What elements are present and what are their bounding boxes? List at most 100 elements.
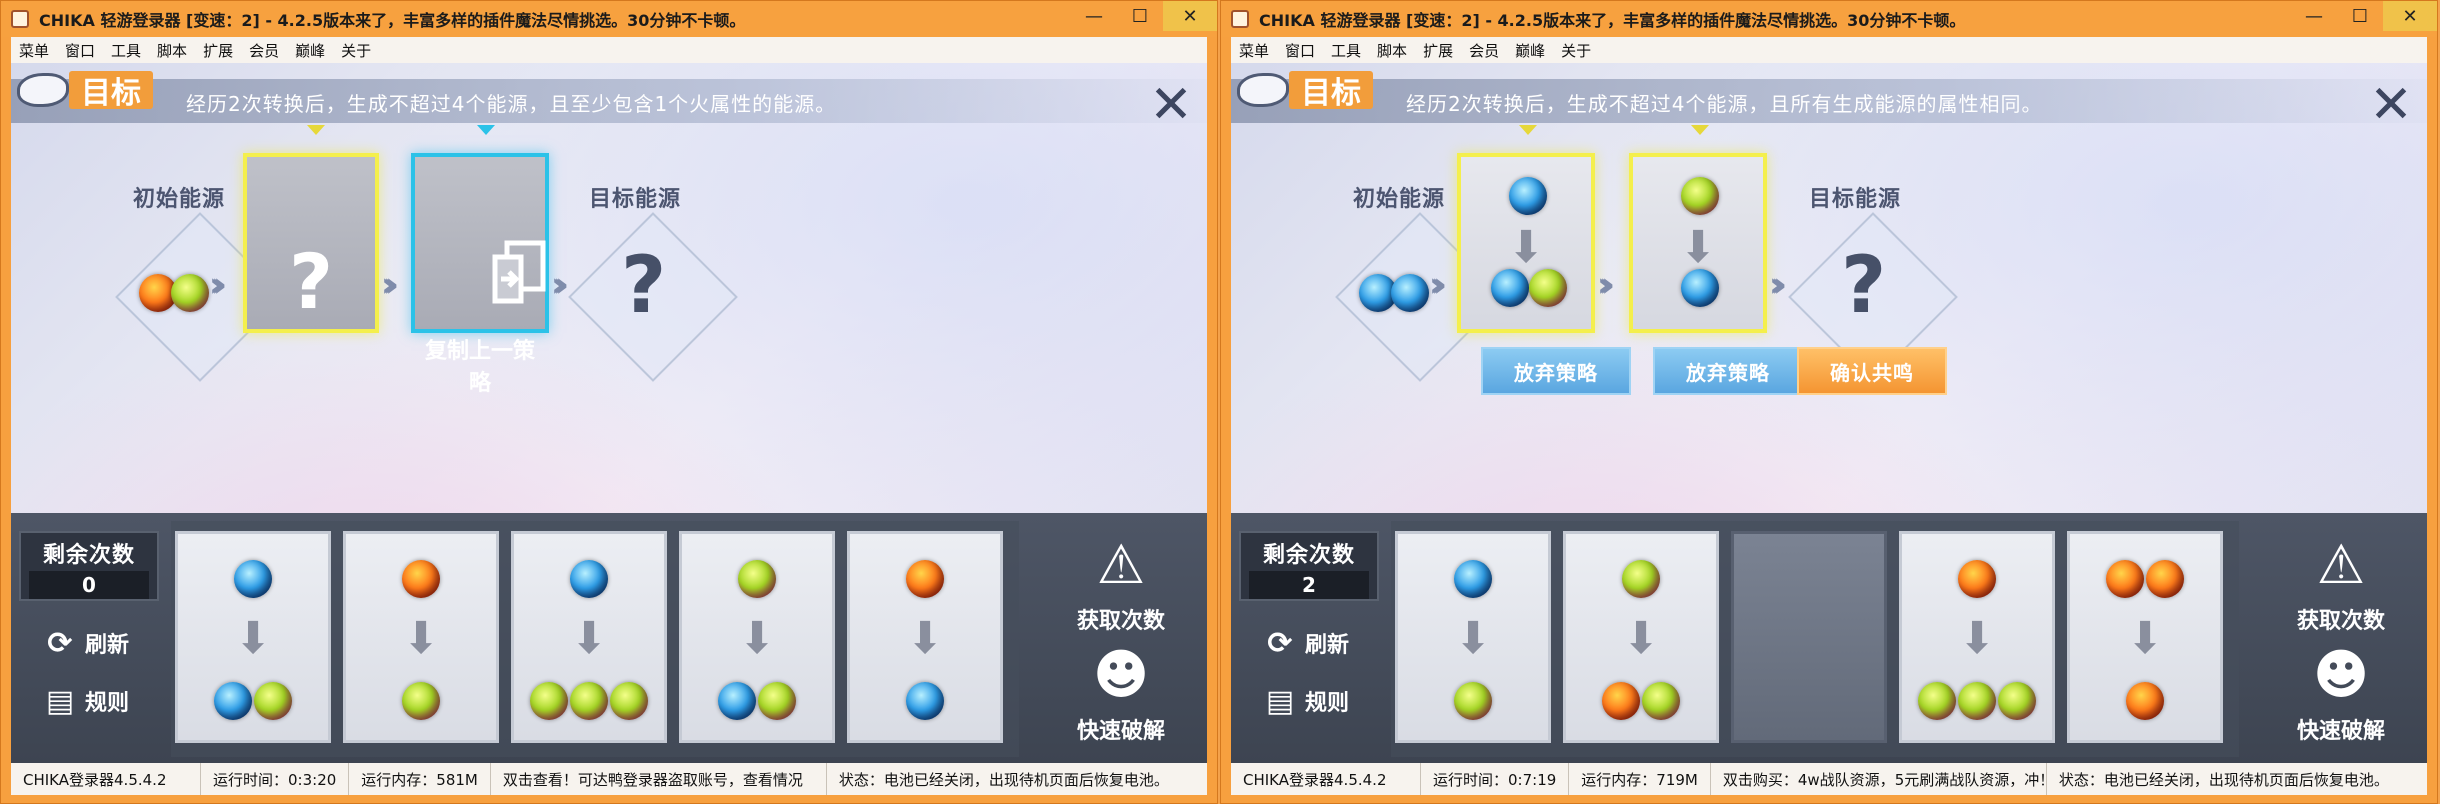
energy-orb-water xyxy=(1681,269,1719,307)
close-window-icon[interactable]: ✕ xyxy=(1163,1,1217,31)
status-memory: 运行内存：581M xyxy=(349,763,491,795)
strategy-card[interactable]: ⬇ xyxy=(2067,531,2223,743)
quick-crack-button[interactable]: ☻ 快速破解 xyxy=(1051,641,1191,745)
arrow-down-icon: ⬇ xyxy=(1454,613,1492,664)
rules-button[interactable]: ▤ 规则 xyxy=(1261,681,1349,721)
app-icon xyxy=(1231,10,1249,28)
strategy-slot-2[interactable]: ⬇ xyxy=(1629,153,1767,333)
question-mark-icon: ? xyxy=(1841,241,1887,331)
arrow-down-icon: ⬇ xyxy=(1958,613,1996,664)
status-version: CHIKA登录器4.5.4.2 xyxy=(1231,763,1421,795)
confirm-resonance-button[interactable]: 确认共鸣 xyxy=(1797,347,1947,395)
arrow-down-icon: ⬇ xyxy=(1679,222,1717,273)
menu-item-extend[interactable]: 扩展 xyxy=(1423,40,1453,61)
strategy-slot-1[interactable]: ? xyxy=(243,153,379,333)
chevron-right-icon: ››› xyxy=(551,265,569,305)
arrow-down-icon: ⬇ xyxy=(738,613,776,664)
energy-orb-wood xyxy=(1998,682,2036,720)
abandon-strategy-2-button[interactable]: 放弃策略 xyxy=(1653,347,1803,395)
strategy-card[interactable]: ⬇ xyxy=(847,531,1003,743)
close-icon[interactable]: ✕ xyxy=(2369,79,2413,131)
initial-energy-label: 初始能源 xyxy=(133,187,226,212)
get-count-button[interactable]: ⚠ 获取次数 xyxy=(1051,531,1191,635)
energy-orb-water xyxy=(570,560,608,598)
energy-orb-wood xyxy=(402,682,440,720)
quick-crack-label: 快速破解 xyxy=(2296,719,2385,744)
refresh-button[interactable]: ⟳ 刷新 xyxy=(1261,623,1349,663)
get-count-label: 获取次数 xyxy=(1076,609,1165,634)
strategy-tray: ⬇ ⬇ ⬇ ⬇ xyxy=(1391,521,2239,757)
menu-item-peak[interactable]: 巅峰 xyxy=(295,40,325,61)
slot-pointer-icon xyxy=(477,125,495,135)
menu-item-script[interactable]: 脚本 xyxy=(1377,40,1407,61)
bottom-panel: 剩余次数 0 ⟳ 刷新 ▤ 规则 ⬇ ⬇ ⬇ ⬇ ⬇ ⚠ 获取次数 ☻ 快速破解 xyxy=(11,513,1207,763)
maximize-icon[interactable]: ☐ xyxy=(1117,1,1163,31)
menu-item-about[interactable]: 关于 xyxy=(1561,40,1591,61)
question-mark-icon: ? xyxy=(288,237,334,326)
status-notice[interactable]: 双击查看！可达鸭登录器盗取账号，查看情况 xyxy=(491,763,827,795)
title-bar[interactable]: CHIKA 轻游登录器 [变速：2] - 4.2.5版本来了，丰富多样的插件魔法… xyxy=(1221,1,2437,37)
energy-orb-water xyxy=(234,560,272,598)
energy-orb-wood xyxy=(1529,269,1567,307)
energy-orb-fire xyxy=(402,560,440,598)
menu-item-peak[interactable]: 巅峰 xyxy=(1515,40,1545,61)
strategy-tray: ⬇ ⬇ ⬇ ⬇ ⬇ xyxy=(171,521,1019,757)
status-bar: CHIKA登录器4.5.4.2 运行时间：0:7:19 运行内存：719M 双击… xyxy=(1231,763,2427,795)
window-title: CHIKA 轻游登录器 [变速：2] - 4.2.5版本来了，丰富多样的插件魔法… xyxy=(1259,11,1966,30)
menu-item-member[interactable]: 会员 xyxy=(1469,40,1499,61)
strategy-card[interactable]: ⬇ xyxy=(511,531,667,743)
menu-item-window[interactable]: 窗口 xyxy=(65,40,95,61)
arrow-down-icon: ⬇ xyxy=(234,613,272,664)
minimize-icon[interactable]: — xyxy=(1071,1,1117,31)
refresh-button[interactable]: ⟳ 刷新 xyxy=(41,623,129,663)
chevron-right-icon: ››› xyxy=(1769,265,1787,305)
menu-item-script[interactable]: 脚本 xyxy=(157,40,187,61)
minimize-icon[interactable]: — xyxy=(2291,1,2337,31)
copy-icon xyxy=(492,240,546,304)
chevron-right-icon: ››› xyxy=(1597,265,1615,305)
app-window-left: CHIKA 轻游登录器 [变速：2] - 4.2.5版本来了，丰富多样的插件魔法… xyxy=(0,0,1218,804)
refresh-label: 刷新 xyxy=(85,633,130,658)
strategy-card[interactable]: ⬇ xyxy=(1563,531,1719,743)
strategy-card[interactable]: ⬇ xyxy=(1899,531,2055,743)
energy-orb-fire xyxy=(1602,682,1640,720)
quick-crack-button[interactable]: ☻ 快速破解 xyxy=(2271,641,2411,745)
maximize-icon[interactable]: ☐ xyxy=(2337,1,2383,31)
menu-item-tools[interactable]: 工具 xyxy=(111,40,141,61)
rules-button[interactable]: ▤ 规则 xyxy=(41,681,129,721)
game-area: 目标 经历2次转换后，生成不超过4个能源，且至少包含1个火属性的能源。 ✕ 初始… xyxy=(11,63,1207,763)
document-icon: ▤ xyxy=(1265,683,1295,719)
strategy-card[interactable]: ⬇ xyxy=(1395,531,1551,743)
abandon-strategy-1-button[interactable]: 放弃策略 xyxy=(1481,347,1631,395)
strategy-card[interactable]: ⬇ xyxy=(679,531,835,743)
energy-orb-wood xyxy=(1918,682,1956,720)
energy-orb-wood xyxy=(254,682,292,720)
menu-item-window[interactable]: 窗口 xyxy=(1285,40,1315,61)
app-window-right: CHIKA 轻游登录器 [变速：2] - 4.2.5版本来了，丰富多样的插件魔法… xyxy=(1220,0,2438,804)
energy-orb-water xyxy=(906,682,944,720)
arrow-down-icon: ⬇ xyxy=(1507,222,1545,273)
menu-item-about[interactable]: 关于 xyxy=(341,40,371,61)
energy-orb-wood xyxy=(171,274,209,312)
menu-item-tools[interactable]: 工具 xyxy=(1331,40,1361,61)
menu-item-extend[interactable]: 扩展 xyxy=(203,40,233,61)
mascot-icon xyxy=(1237,73,1289,107)
strategy-card[interactable]: ⬇ xyxy=(175,531,331,743)
target-energy-label: 目标能源 xyxy=(1809,187,1902,212)
energy-orb-fire xyxy=(1958,560,1996,598)
menu-item-menu[interactable]: 菜单 xyxy=(1239,40,1269,61)
energy-orb-wood xyxy=(1642,682,1680,720)
menu-item-menu[interactable]: 菜单 xyxy=(19,40,49,61)
strategy-card[interactable]: ⬇ xyxy=(343,531,499,743)
title-bar[interactable]: CHIKA 轻游登录器 [变速：2] - 4.2.5版本来了，丰富多样的插件魔法… xyxy=(1,1,1217,37)
close-icon[interactable]: ✕ xyxy=(1149,79,1193,131)
status-notice[interactable]: 双击购买：4w战队资源，5元刷满战队资源，冲！ xyxy=(1711,763,2054,795)
menu-item-member[interactable]: 会员 xyxy=(249,40,279,61)
energy-orb-fire xyxy=(2106,560,2144,598)
strategy-slot-1[interactable]: ⬇ xyxy=(1457,153,1595,333)
energy-orb-fire xyxy=(2146,560,2184,598)
strategy-slot-2[interactable]: 复制上一策略 xyxy=(411,153,549,396)
initial-energy-label: 初始能源 xyxy=(1353,187,1446,212)
get-count-button[interactable]: ⚠ 获取次数 xyxy=(2271,531,2411,635)
close-window-icon[interactable]: ✕ xyxy=(2383,1,2437,31)
